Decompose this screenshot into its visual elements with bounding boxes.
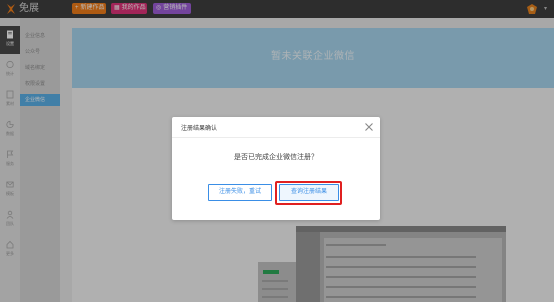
retry-registration-button[interactable]: 注册失败，重试 (208, 184, 272, 201)
dialog-question: 是否已完成企业微信注册？ (234, 154, 318, 161)
close-icon[interactable] (364, 122, 374, 132)
red-highlight-box (275, 181, 342, 205)
dialog-title: 注册结果确认 (181, 126, 218, 132)
dialog-divider (172, 137, 380, 138)
